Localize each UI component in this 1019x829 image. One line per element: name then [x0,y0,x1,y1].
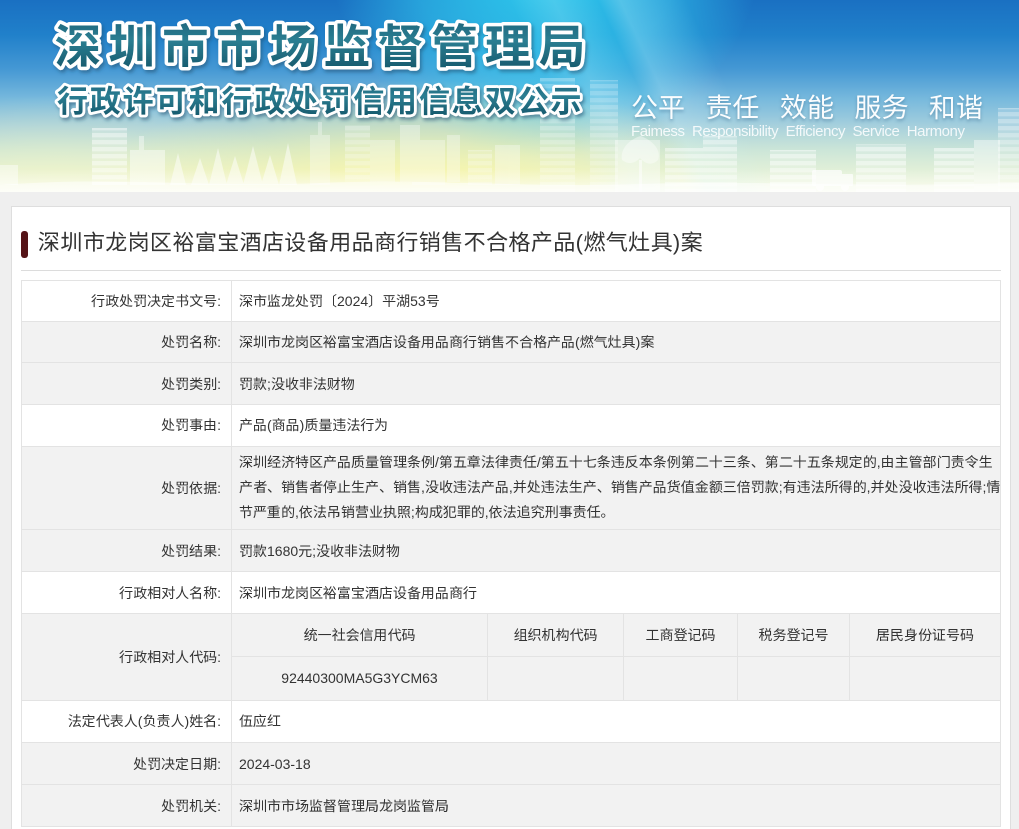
svg-text:深圳市市场监督管理局: 深圳市市场监督管理局 [55,10,593,77]
svg-text:行政许可和行政处罚信用信息双公示: 行政许可和行政处罚信用信息双公示 [57,76,583,121]
